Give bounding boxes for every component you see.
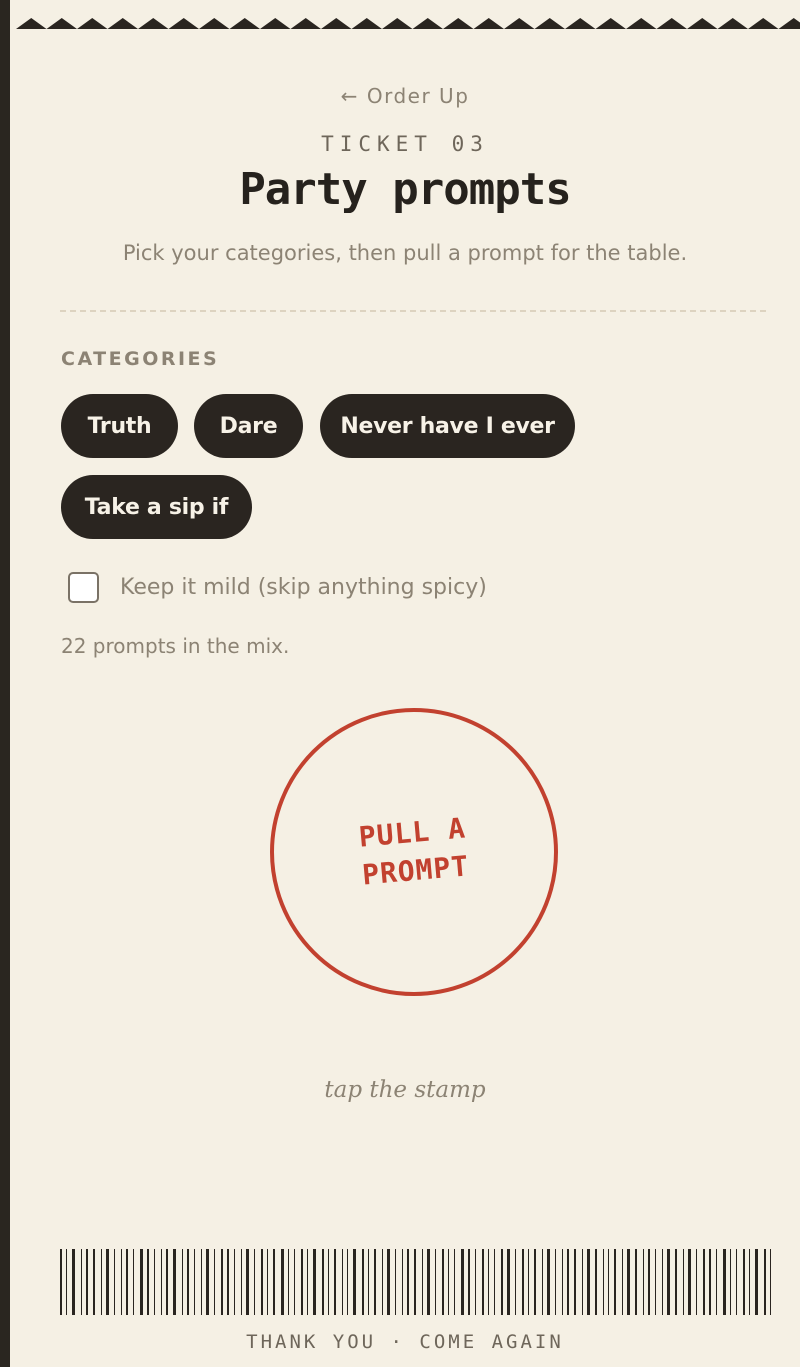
back-link[interactable]: ← Order Up: [10, 84, 800, 108]
prompt-count: 22 prompts in the mix.: [61, 634, 290, 658]
ticket-number: TICKET 03: [321, 132, 489, 156]
category-chip-take-a-sip-if[interactable]: Take a sip if: [61, 475, 252, 539]
page-subtitle: Pick your categories, then pull a prompt…: [122, 241, 688, 265]
categories-heading: CATEGORIES: [61, 348, 220, 370]
left-arrow-icon: ←: [340, 84, 359, 108]
ticket-card: ← Order Up TICKET 03 Party prompts Pick y…: [10, 0, 800, 1367]
keep-mild-option[interactable]: Keep it mild (skip anything spicy): [68, 570, 487, 604]
dashed-divider: [60, 310, 766, 312]
back-link-label: Order Up: [366, 84, 470, 108]
stamp-label: PULL A PROMPT: [311, 805, 517, 898]
keep-mild-checkbox[interactable]: [68, 571, 99, 603]
keep-mild-label: Keep it mild (skip anything spicy): [120, 574, 487, 600]
category-chip-truth[interactable]: Truth: [61, 394, 178, 458]
category-chip-never-have-i-ever[interactable]: Never have I ever: [320, 394, 575, 458]
zigzag-edge-icon: [10, 0, 800, 30]
tap-hint: tap the stamp: [324, 1077, 486, 1103]
page-title: Party prompts: [239, 164, 571, 215]
barcode-icon: [60, 1249, 771, 1315]
footer-text: THANK YOU · COME AGAIN: [246, 1331, 564, 1353]
pull-prompt-stamp-button[interactable]: PULL A PROMPT: [270, 708, 558, 996]
category-chip-dare[interactable]: Dare: [194, 394, 303, 458]
